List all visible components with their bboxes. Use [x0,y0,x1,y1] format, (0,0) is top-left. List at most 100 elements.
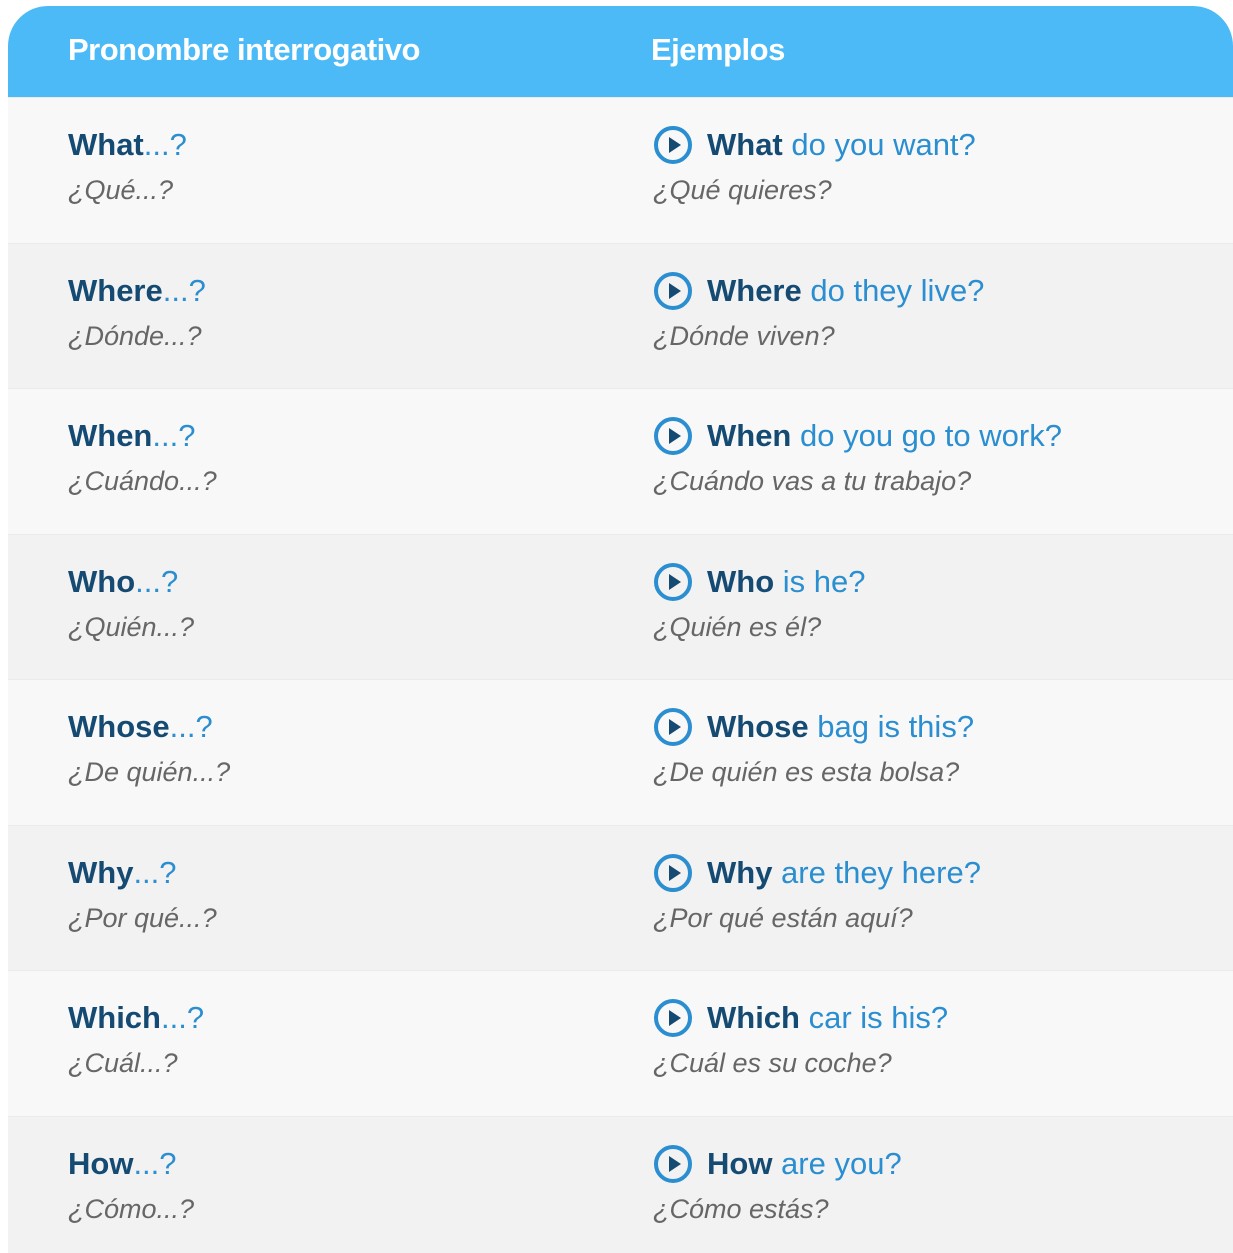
example-spanish: ¿Quién es él? [653,611,822,642]
example-cell: What do you want? ¿Qué quieres? [653,120,976,210]
pronoun-suffix: ...? [161,1000,205,1035]
play-audio-icon[interactable] [653,1144,693,1184]
example-keyword: Which [707,1000,800,1035]
pronoun-english: Which...? [68,993,204,1043]
pronoun-suffix: ...? [143,127,187,162]
table-row: Why...? ¿Por qué...? Why are they here? … [8,824,1233,970]
pronoun-english: Why...? [68,848,217,898]
pronoun-english: When...? [68,411,217,461]
play-audio-icon[interactable] [653,416,693,456]
example-keyword: When [707,418,792,453]
example-rest: car is his? [800,1000,949,1035]
example-cell: Who is he? ¿Quién es él? [653,557,865,647]
example-keyword: Why [707,854,773,890]
play-audio-icon[interactable] [653,562,693,602]
pronoun-cell: Who...? ¿Quién...? [68,557,194,647]
table-body: What...? ¿Qué...? What do you want? ¿Qué… [8,97,1233,1253]
example-keyword: How [707,1145,773,1181]
table-row: Who...? ¿Quién...? Who is he? ¿Quién es … [8,533,1233,679]
play-audio-icon[interactable] [653,853,693,893]
example-cell: Which car is his? ¿Cuál es su coche? [653,993,948,1083]
header-pronoun: Pronombre interrogativo [68,32,420,67]
example-english: When do you go to work? [653,411,1062,461]
pronoun-suffix: ...? [133,1145,177,1181]
example-cell: Where do they live? ¿Dónde viven? [653,266,984,356]
table-row: What...? ¿Qué...? What do you want? ¿Qué… [8,97,1233,243]
example-spanish: ¿Dónde viven? [653,320,835,351]
pronoun-keyword: How [68,1145,134,1181]
example-rest: is he? [774,563,866,599]
example-rest: bag is this? [808,709,975,744]
pronoun-english: Whose...? [68,702,230,752]
header-examples: Ejemplos [651,32,785,67]
example-rest: do you go to work? [791,418,1062,453]
pronoun-spanish: ¿Dónde...? [68,320,202,351]
pronoun-keyword: Why [68,854,134,890]
example-spanish: ¿Cuándo vas a tu trabajo? [653,466,972,496]
example-spanish: ¿De quién es esta bolsa? [653,757,960,787]
example-rest: do they live? [801,272,985,308]
pronoun-keyword: Where [68,272,163,308]
example-english: Who is he? [653,557,865,607]
pronoun-cell: Whose...? ¿De quién...? [68,702,230,792]
pronoun-keyword: Which [68,1000,161,1035]
example-english: Which car is his? [653,993,948,1043]
pronoun-suffix: ...? [169,709,213,744]
pronoun-suffix: ...? [135,563,179,599]
table-header: Pronombre interrogativo Ejemplos [8,6,1233,97]
example-rest: are you? [772,1145,902,1181]
example-english: What do you want? [653,120,976,170]
example-english: Where do they live? [653,266,984,316]
pronoun-cell: Why...? ¿Por qué...? [68,848,217,938]
pronouns-table: Pronombre interrogativo Ejemplos What...… [8,6,1233,1253]
table-row: Where...? ¿Dónde...? Where do they live?… [8,242,1233,388]
example-keyword: Where [707,272,802,308]
pronoun-keyword: What [68,127,144,162]
pronoun-spanish: ¿De quién...? [68,757,231,787]
example-cell: Why are they here? ¿Por qué están aquí? [653,848,981,938]
pronoun-spanish: ¿Qué...? [68,175,174,205]
play-audio-icon[interactable] [653,271,693,311]
pronoun-spanish: ¿Quién...? [68,611,195,642]
pronoun-cell: What...? ¿Qué...? [68,120,187,210]
example-english: Whose bag is this? [653,702,974,752]
play-audio-icon[interactable] [653,707,693,747]
pronoun-cell: How...? ¿Cómo...? [68,1139,194,1229]
table-row: When...? ¿Cuándo...? When do you go to w… [8,388,1233,534]
example-english: Why are they here? [653,848,981,898]
pronoun-spanish: ¿Cuál...? [68,1048,178,1078]
example-cell: How are you? ¿Cómo estás? [653,1139,902,1229]
example-spanish: ¿Qué quieres? [653,175,832,205]
pronoun-english: How...? [68,1139,194,1189]
play-audio-icon[interactable] [653,125,693,165]
example-cell: When do you go to work? ¿Cuándo vas a tu… [653,411,1062,501]
pronoun-keyword: When [68,418,153,453]
example-keyword: Who [707,563,775,599]
pronoun-cell: When...? ¿Cuándo...? [68,411,217,501]
pronoun-english: What...? [68,120,187,170]
pronoun-suffix: ...? [133,854,177,890]
pronoun-spanish: ¿Cuándo...? [68,466,217,496]
table-row: How...? ¿Cómo...? How are you? ¿Cómo est… [8,1115,1233,1253]
pronoun-english: Who...? [68,557,194,607]
example-spanish: ¿Por qué están aquí? [653,902,913,933]
example-keyword: What [707,127,783,162]
table-row: Whose...? ¿De quién...? Whose bag is thi… [8,679,1233,825]
example-english: How are you? [653,1139,902,1189]
pronoun-spanish: ¿Cómo...? [68,1193,195,1224]
pronoun-suffix: ...? [152,418,196,453]
pronoun-spanish: ¿Por qué...? [68,902,217,933]
example-cell: Whose bag is this? ¿De quién es esta bol… [653,702,974,792]
pronoun-cell: Where...? ¿Dónde...? [68,266,206,356]
table-row: Which...? ¿Cuál...? Which car is his? ¿C… [8,970,1233,1116]
pronoun-suffix: ...? [162,272,206,308]
play-audio-icon[interactable] [653,998,693,1038]
example-spanish: ¿Cuál es su coche? [653,1048,892,1078]
pronoun-keyword: Who [68,563,136,599]
pronoun-english: Where...? [68,266,206,316]
pronoun-keyword: Whose [68,709,170,744]
example-spanish: ¿Cómo estás? [653,1193,829,1224]
example-rest: are they here? [772,854,981,890]
example-rest: do you want? [782,127,976,162]
pronoun-cell: Which...? ¿Cuál...? [68,993,204,1083]
